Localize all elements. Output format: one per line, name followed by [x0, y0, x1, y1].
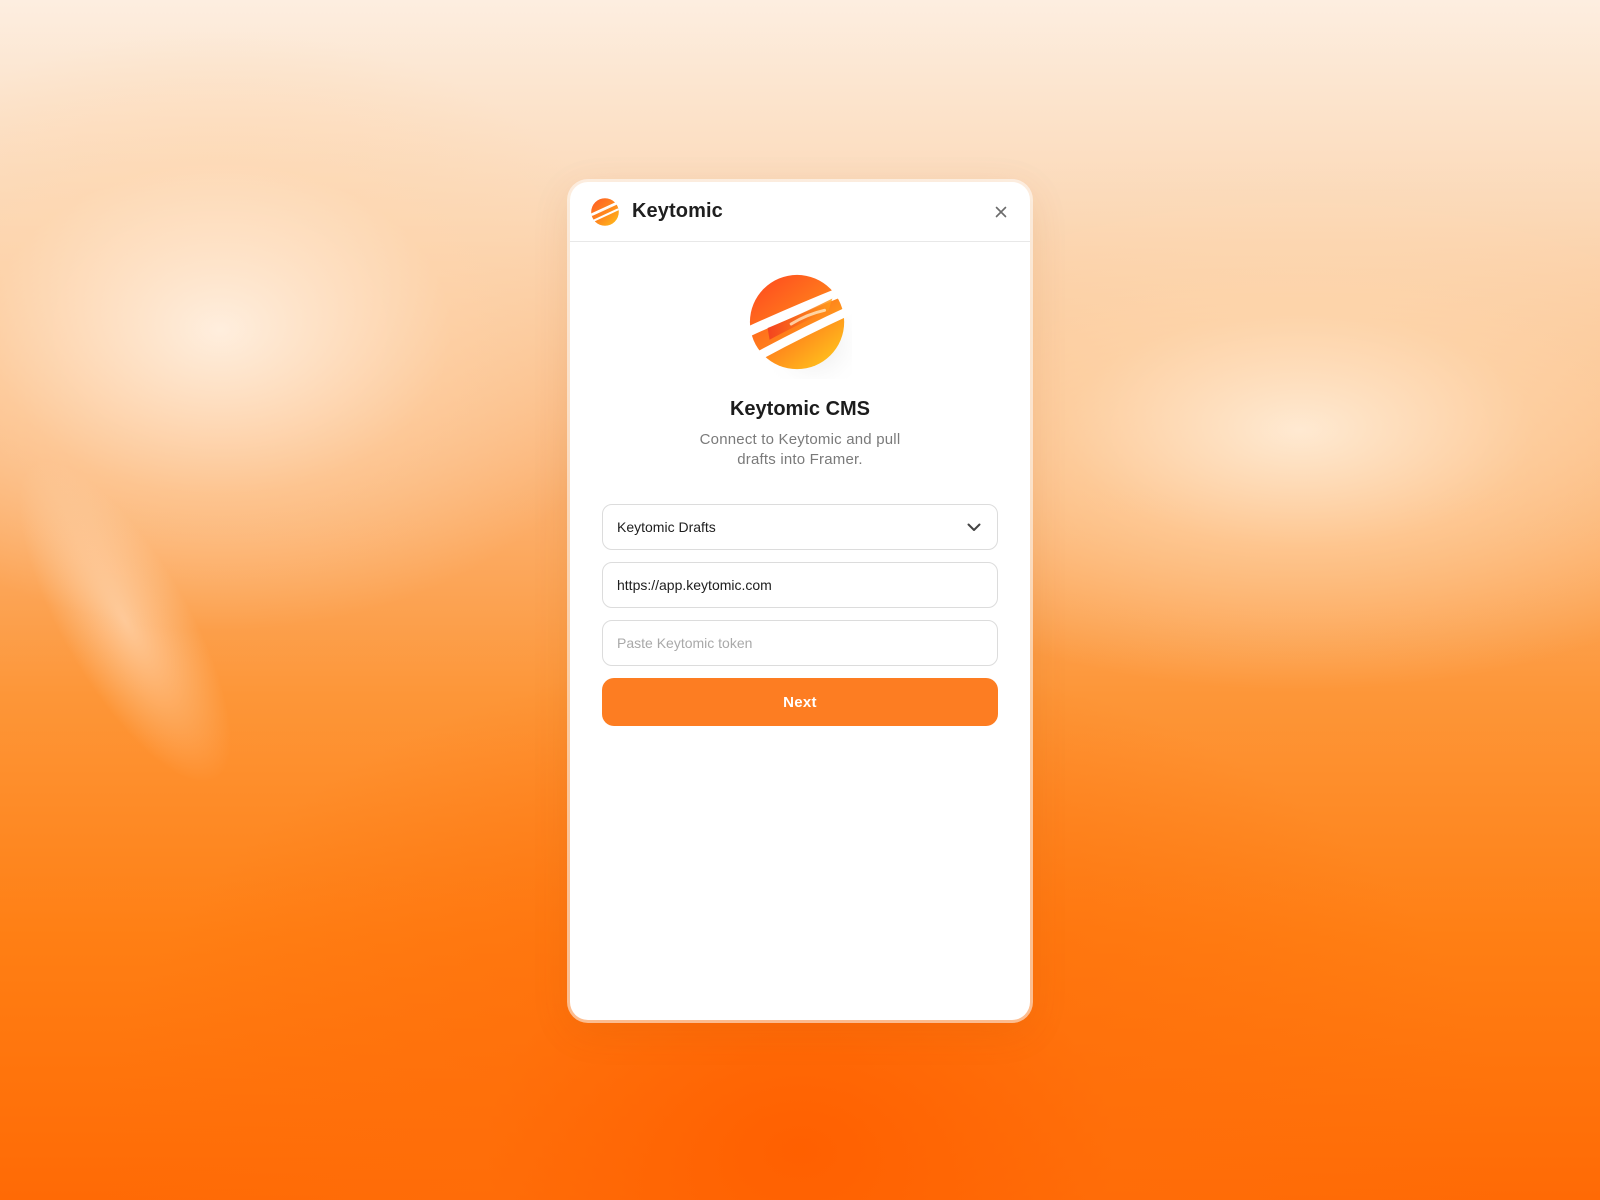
panel-header: Keytomic: [570, 182, 1030, 242]
app-title: Keytomic: [632, 200, 723, 222]
url-input[interactable]: [617, 577, 983, 593]
connect-form: Keytomic Drafts Next: [570, 470, 1030, 726]
background-streak: [0, 383, 348, 877]
plugin-description: Connect to Keytomic and pull drafts into…: [699, 431, 901, 468]
keytomic-logo-icon: [591, 197, 619, 226]
token-input[interactable]: [617, 635, 983, 651]
collection-select-value: Keytomic Drafts: [617, 519, 716, 535]
url-field[interactable]: [602, 562, 998, 608]
chevron-down-icon: [967, 523, 981, 531]
plugin-panel: Keytomic Keytomic CMS Connect to Keytomi…: [570, 182, 1030, 1020]
close-icon: [995, 206, 1007, 217]
next-button[interactable]: Next: [602, 678, 998, 726]
plugin-hero: Keytomic CMS Connect to Keytomic and pul…: [570, 242, 1030, 470]
close-button[interactable]: [990, 201, 1012, 223]
collection-select[interactable]: Keytomic Drafts: [602, 504, 998, 550]
keytomic-logo-large-icon: [746, 274, 854, 379]
plugin-name: Keytomic CMS: [729, 398, 871, 420]
token-field[interactable]: [602, 620, 998, 666]
